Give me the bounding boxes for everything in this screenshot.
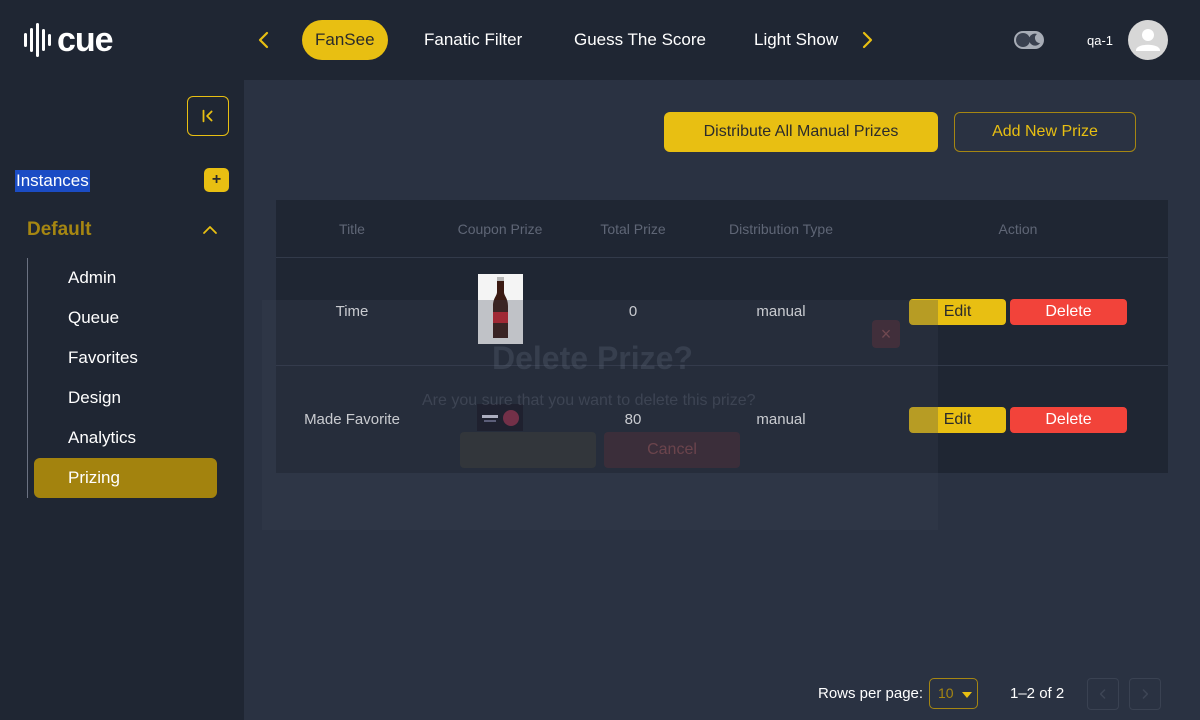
instance-group-default[interactable]: Default xyxy=(27,219,91,241)
sidebar-item-prizing[interactable]: Prizing xyxy=(34,458,217,498)
rows-per-page-label: Rows per page: xyxy=(818,685,924,702)
dialog-close-button[interactable]: × xyxy=(872,320,900,348)
rows-per-page-select[interactable]: 10 xyxy=(929,678,978,709)
delete-prize-dialog: × Delete Prize? Are you sure that you wa… xyxy=(262,300,938,530)
sound-wave-icon xyxy=(24,23,51,57)
chevron-left-icon xyxy=(1099,689,1106,699)
instances-label: Instances xyxy=(15,170,90,192)
column-header-total-prize: Total Prize xyxy=(600,221,666,237)
avatar[interactable] xyxy=(1128,20,1168,60)
moon-icon xyxy=(1029,33,1040,46)
caret-down-icon xyxy=(962,692,972,698)
delete-button[interactable]: Delete xyxy=(1010,299,1127,325)
tabs-prev-button[interactable] xyxy=(252,28,276,52)
theme-toggle[interactable] xyxy=(1014,31,1044,49)
chevron-right-icon xyxy=(862,31,873,49)
dialog-title: Delete Prize? xyxy=(492,340,693,376)
tab-guess-the-score[interactable]: Guess The Score xyxy=(561,20,719,60)
distribute-all-manual-prizes-button[interactable]: Distribute All Manual Prizes xyxy=(664,112,938,152)
chevron-left-icon xyxy=(258,31,269,49)
tab-fanatic-filter[interactable]: Fanatic Filter xyxy=(411,20,535,60)
user-icon xyxy=(1136,29,1160,51)
nav-tree-line xyxy=(27,258,28,498)
chevron-up-icon[interactable] xyxy=(200,220,220,240)
dialog-confirm-button[interactable] xyxy=(460,432,596,468)
pagination-range: 1–2 of 2 xyxy=(1010,685,1065,702)
sidebar-item-favorites[interactable]: Favorites xyxy=(34,338,217,378)
add-new-prize-button[interactable]: Add New Prize xyxy=(954,112,1136,152)
sidebar-item-design[interactable]: Design xyxy=(34,378,217,418)
add-instance-button[interactable]: + xyxy=(204,168,229,192)
rows-per-page-value: 10 xyxy=(938,685,954,701)
column-header-distribution-type: Distribution Type xyxy=(728,221,833,237)
collapse-left-icon xyxy=(202,109,213,123)
column-header-coupon-prize: Coupon Prize xyxy=(457,221,543,237)
column-header-action: Action xyxy=(998,221,1038,237)
table-header: Title Coupon Prize Total Prize Distribut… xyxy=(276,200,1168,258)
previous-page-button[interactable] xyxy=(1087,678,1119,710)
dialog-cancel-button[interactable]: Cancel xyxy=(604,432,740,468)
chevron-right-icon xyxy=(1142,689,1149,699)
cue-logo[interactable]: cue xyxy=(24,21,114,59)
tab-fansee[interactable]: FanSee xyxy=(302,20,388,60)
tab-light-show[interactable]: Light Show xyxy=(741,20,851,60)
logo-text: cue xyxy=(57,21,114,59)
sidebar: Instances + Default Admin Queue Favorite… xyxy=(0,80,244,720)
sidebar-item-analytics[interactable]: Analytics xyxy=(34,418,217,458)
toggle-knob xyxy=(1016,33,1030,47)
top-bar: cue FanSee Fanatic Filter Guess The Scor… xyxy=(0,0,1200,80)
username: qa-1 xyxy=(1087,33,1114,48)
tabs-next-button[interactable] xyxy=(855,28,879,52)
next-page-button[interactable] xyxy=(1129,678,1161,710)
column-header-title: Title xyxy=(339,221,365,237)
sidebar-item-queue[interactable]: Queue xyxy=(34,298,217,338)
dialog-message: Are you sure that you want to delete thi… xyxy=(422,392,756,409)
sidebar-item-admin[interactable]: Admin xyxy=(34,258,217,298)
delete-button[interactable]: Delete xyxy=(1010,407,1127,433)
collapse-sidebar-button[interactable] xyxy=(187,96,229,136)
